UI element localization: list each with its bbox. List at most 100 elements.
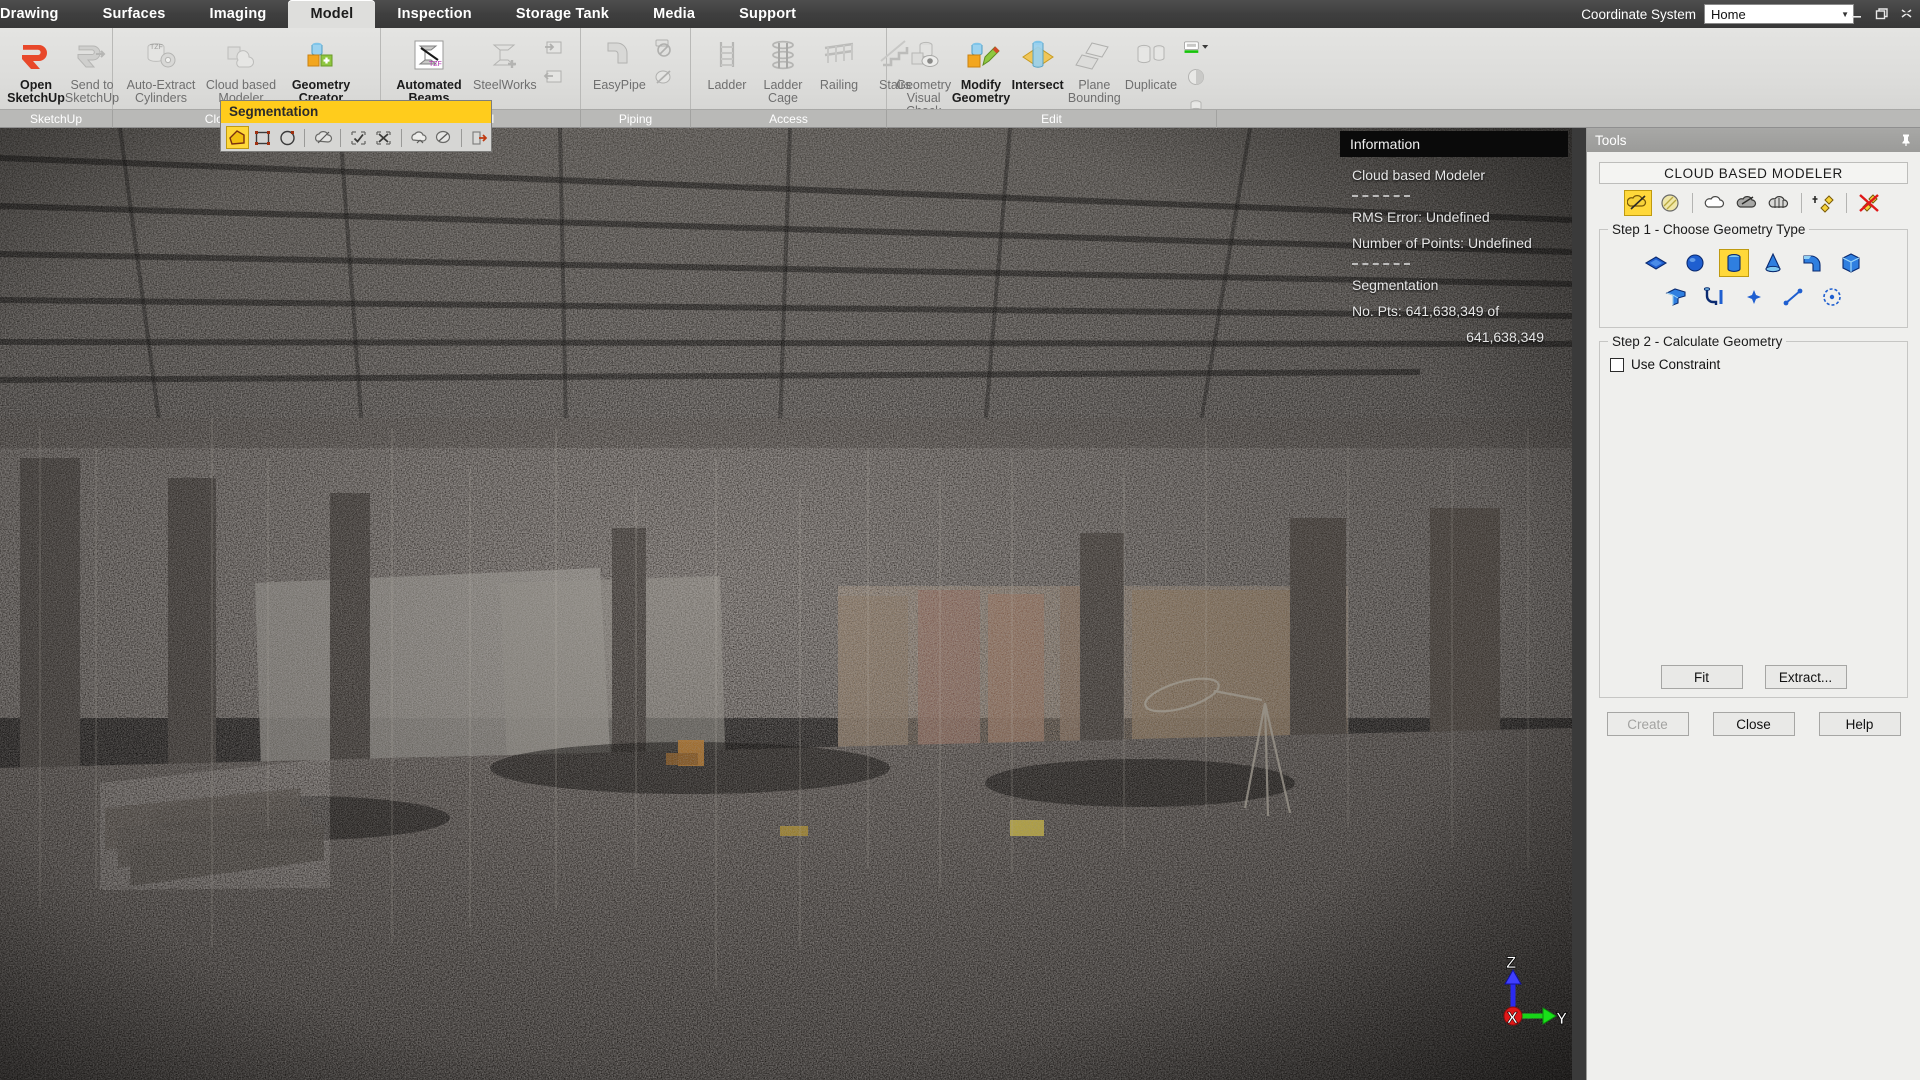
beam-export-icon[interactable] [541,64,567,90]
tab-model[interactable]: Model [288,0,376,28]
use-constraint-checkbox[interactable] [1610,357,1624,372]
ribbon-button-ladder-cage[interactable]: Ladder Cage [755,32,811,105]
group-label-edit: Edit [887,109,1217,128]
close-button[interactable] [1900,7,1914,21]
ribbon-label-ladder-cage: Ladder Cage [763,78,803,105]
coordinate-system-select[interactable]: Home ▼ [1704,4,1854,24]
information-panel-header: Information [1340,131,1568,157]
step2-legend: Step 2 - Calculate Geometry [1612,334,1783,349]
ribbon-button-duplicate[interactable]: Duplicate [1123,32,1179,92]
segmentation-separator-1 [304,128,306,147]
clear-cloud-icon[interactable] [1855,190,1883,216]
ribbon-label-intersect: Intersect [1011,78,1064,92]
ribbon-button-ladder[interactable]: Ladder [699,32,755,92]
circle-fence-select-icon[interactable] [276,126,299,149]
tab-imaging[interactable]: Imaging [187,0,288,28]
steel-beam-geometry-icon[interactable] [1661,283,1691,311]
segment-cloud-icon[interactable] [311,126,334,149]
viewport-3d[interactable]: Information Cloud based Modeler RMS Erro… [0,128,1572,1080]
shading-toggle-icon[interactable] [1183,64,1209,90]
ribbon-button-open-sketchup[interactable]: Open SketchUp [7,32,65,105]
add-cloud-icon[interactable] [1810,190,1838,216]
fit-button[interactable]: Fit [1660,665,1743,689]
geometry-creator-icon [300,34,342,76]
paint-selection-mode-icon[interactable] [1656,190,1684,216]
help-button[interactable]: Help [1818,712,1901,736]
ribbon-button-cloud-based-modeler[interactable]: Cloud based Modeler [201,32,281,105]
tee-geometry-icon[interactable] [1700,283,1730,311]
ribbon-button-intersect[interactable]: Intersect [1010,32,1066,92]
segmentation-toolbar[interactable]: Segmentation [220,100,492,152]
cone-geometry-icon[interactable] [1758,249,1788,277]
ribbon-button-send-to-sketchup[interactable]: Send to SketchUp [64,32,120,105]
cloud-volume-pick-icon[interactable] [1765,190,1793,216]
display-mode-dropdown[interactable] [1183,35,1209,61]
circle-geometry-icon[interactable] [1817,283,1847,311]
ribbon-label-railing: Railing [819,78,859,92]
restore-button[interactable] [1875,7,1889,21]
point-geometry-icon[interactable] [1739,283,1769,311]
ribbon-button-easypipe[interactable]: EasyPipe [589,32,650,92]
tools-separator-2 [1801,193,1802,213]
coordinate-system-area: Coordinate System Home ▼ [1581,0,1854,28]
information-panel: Information Cloud based Modeler RMS Erro… [1340,131,1568,360]
create-button[interactable]: Create [1606,712,1689,736]
pin-icon[interactable] [1899,133,1913,147]
minimize-button[interactable] [1850,7,1864,21]
ribbon-group-steel: TZF Automated Beams Segmentation SteelWo… [381,28,581,131]
duplicate-icon [1130,34,1172,76]
box-geometry-icon[interactable] [1836,249,1866,277]
exit-segmentation-icon[interactable] [468,126,491,149]
rectangle-fence-select-icon[interactable] [251,126,274,149]
ribbon-button-steelworks[interactable]: SteelWorks [469,32,541,92]
ribbon-button-plane-bounding[interactable]: Plane Bounding [1066,32,1123,105]
tab-support[interactable]: Support [717,0,818,28]
ribbon-button-geometry-creator[interactable]: Geometry Creator [281,32,361,105]
tab-media[interactable]: Media [631,0,717,28]
information-mode: Cloud based Modeler [1352,167,1486,183]
sketchup-open-icon [15,34,57,76]
tab-drawing[interactable]: Drawing [0,0,81,28]
ladder-icon [706,34,748,76]
apply-segmentation-icon[interactable] [432,126,455,149]
ribbon-button-geometry-visual-check[interactable]: Geometry Visual Check [895,32,952,118]
ribbon-button-railing[interactable]: Railing [811,32,867,92]
tab-inspection[interactable]: Inspection [375,0,494,28]
ribbon-label-easypipe: EasyPipe [593,78,646,92]
edit-extra-buttons [1183,32,1209,119]
elbow-geometry-icon[interactable] [1797,249,1827,277]
cloud-based-modeler-mode-buttons [1599,190,1908,216]
step1-legend: Step 1 - Choose Geometry Type [1612,222,1806,237]
segmentation-mode-icon[interactable] [1624,190,1652,216]
pipe-slash-icon[interactable] [650,64,676,90]
information-panel-body: Cloud based Modeler RMS Error: Undefined… [1340,157,1568,346]
grow-region-icon[interactable] [408,126,431,149]
tools-dock-body: CLOUD BASED MODELER Step 1 - Choose Geom… [1587,152,1920,736]
pipe-no-icon[interactable] [650,35,676,61]
reject-segment-icon[interactable] [372,126,395,149]
line-geometry-icon[interactable] [1778,283,1808,311]
cloud-pick-icon[interactable] [1701,190,1729,216]
point-cloud-render [0,128,1572,1080]
axis-gizmo: Z X Y [1480,950,1570,1040]
cloud-slab-pick-icon[interactable] [1733,190,1761,216]
ribbon-group-piping: EasyPipe [581,28,691,110]
polygon-fence-select-icon[interactable] [226,126,249,149]
accept-segment-icon[interactable] [347,126,370,149]
tools-dock-title: Tools [1595,132,1627,148]
sphere-geometry-icon[interactable] [1680,249,1710,277]
plane-geometry-icon[interactable] [1641,249,1671,277]
tab-storage-tank[interactable]: Storage Tank [494,0,631,28]
tools-dock: Tools CLOUD BASED MODELER Step 1 - Choos… [1586,128,1920,1080]
tab-surfaces[interactable]: Surfaces [81,0,188,28]
close-button-dialog[interactable]: Close [1712,712,1795,736]
ribbon-button-auto-extract-cylinders[interactable]: TZF Auto-Extract Cylinders [121,32,201,105]
segmentation-separator-4 [461,128,463,147]
ribbon-button-modify-geometry[interactable]: Modify Geometry [952,32,1010,105]
beam-import-icon[interactable] [541,35,567,61]
use-constraint-row[interactable]: Use Constraint [1610,357,1899,372]
ribbon-group-sketchup: Open SketchUp Send to SketchUp [0,28,119,110]
ribbon-label-duplicate: Duplicate [1124,78,1178,92]
extract-button[interactable]: Extract... [1764,665,1847,689]
cylinder-geometry-icon[interactable] [1719,249,1749,277]
